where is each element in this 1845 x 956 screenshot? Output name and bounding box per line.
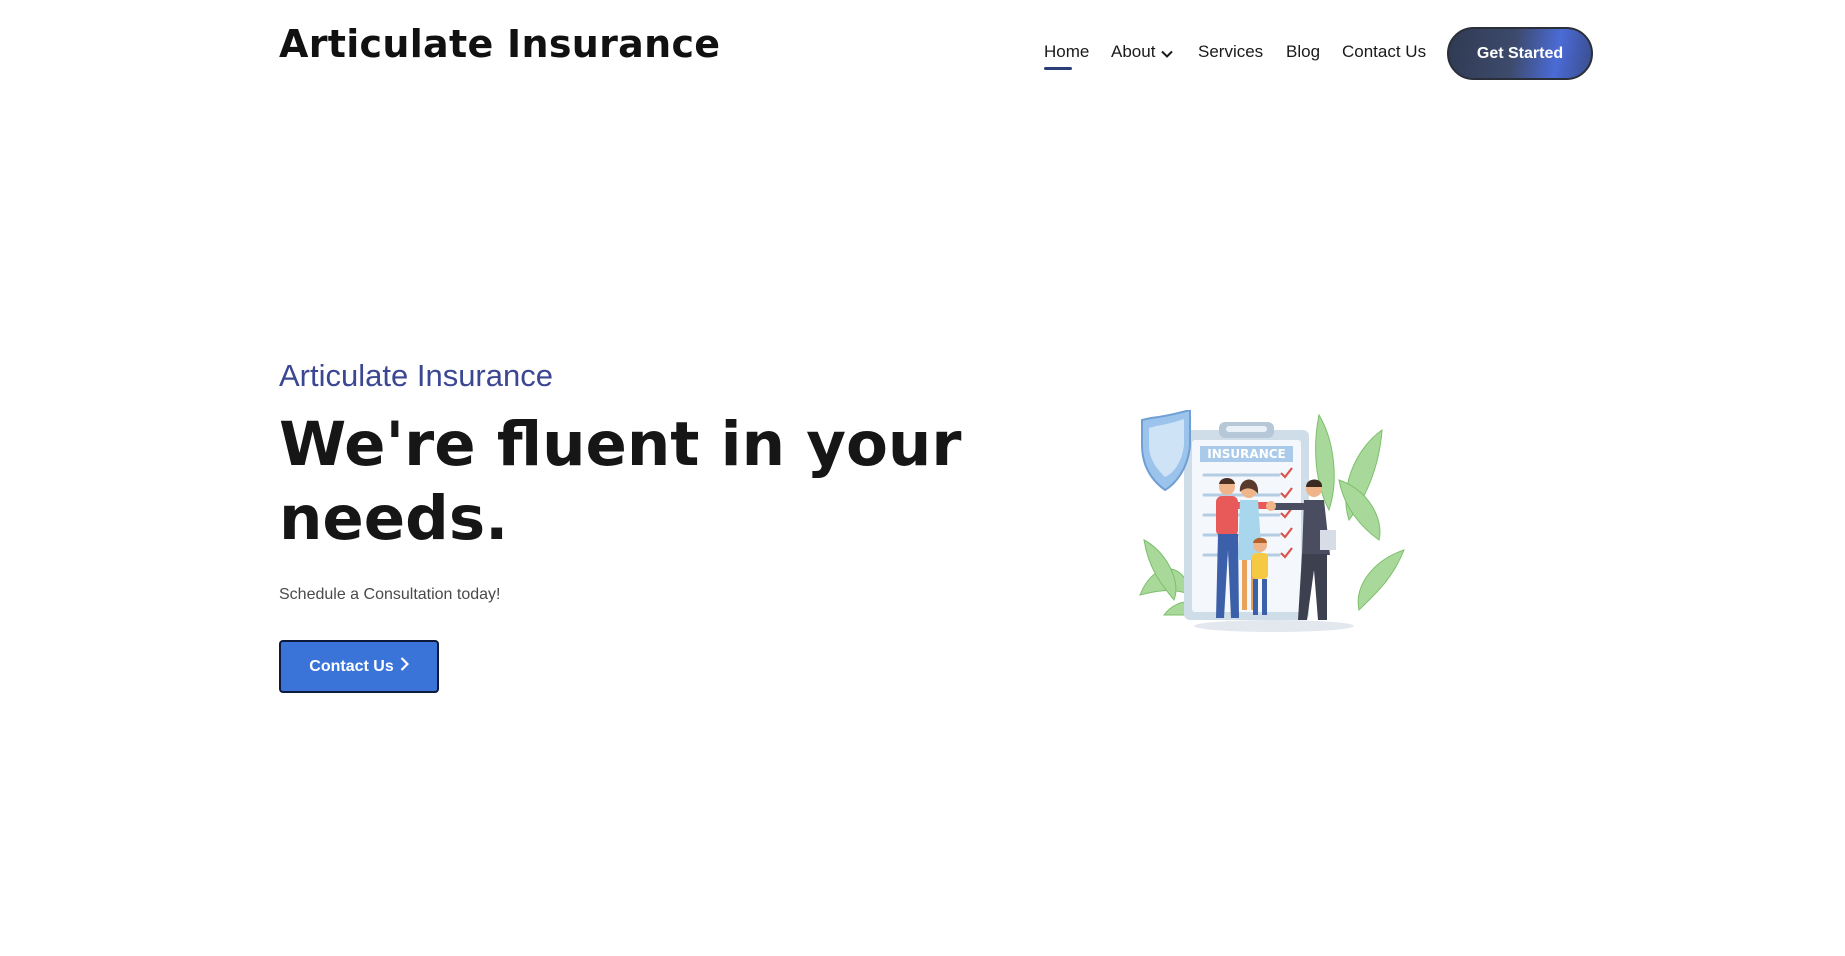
nav-item-about[interactable]: About [1111, 42, 1174, 63]
nav-item-label: Home [1044, 42, 1090, 61]
active-nav-indicator [1044, 67, 1072, 70]
chevron-right-icon [400, 657, 409, 676]
chevron-down-icon [1161, 43, 1174, 63]
hero-kicker: Articulate Insurance [279, 358, 553, 393]
site-header: Articulate Insurance Home About Services… [0, 0, 1845, 110]
nav-item-label: Blog [1286, 42, 1321, 61]
nav-item-label: Contact Us [1342, 42, 1427, 61]
nav-item-home[interactable]: Home [1044, 42, 1090, 70]
get-started-button[interactable]: Get Started [1447, 27, 1593, 80]
insurance-illustration: INSURANCE [1134, 408, 1406, 636]
hero-title: We're fluent in your needs. [279, 409, 962, 554]
contact-us-button[interactable]: Contact Us [279, 640, 439, 693]
nav-item-services[interactable]: Services [1198, 42, 1263, 62]
clipboard-label: INSURANCE [1207, 447, 1285, 461]
site-logo[interactable]: Articulate Insurance [279, 22, 720, 66]
nav-item-blog[interactable]: Blog [1286, 42, 1320, 62]
nav-item-label: Services [1198, 42, 1264, 61]
nav-item-label: About [1111, 42, 1156, 61]
contact-us-button-label: Contact Us [309, 657, 394, 675]
insurance-illustration-svg: INSURANCE [1139, 408, 1405, 632]
nav-item-contact-us[interactable]: Contact Us [1342, 42, 1426, 62]
hero-subtitle: Schedule a Consultation today! [279, 586, 501, 603]
